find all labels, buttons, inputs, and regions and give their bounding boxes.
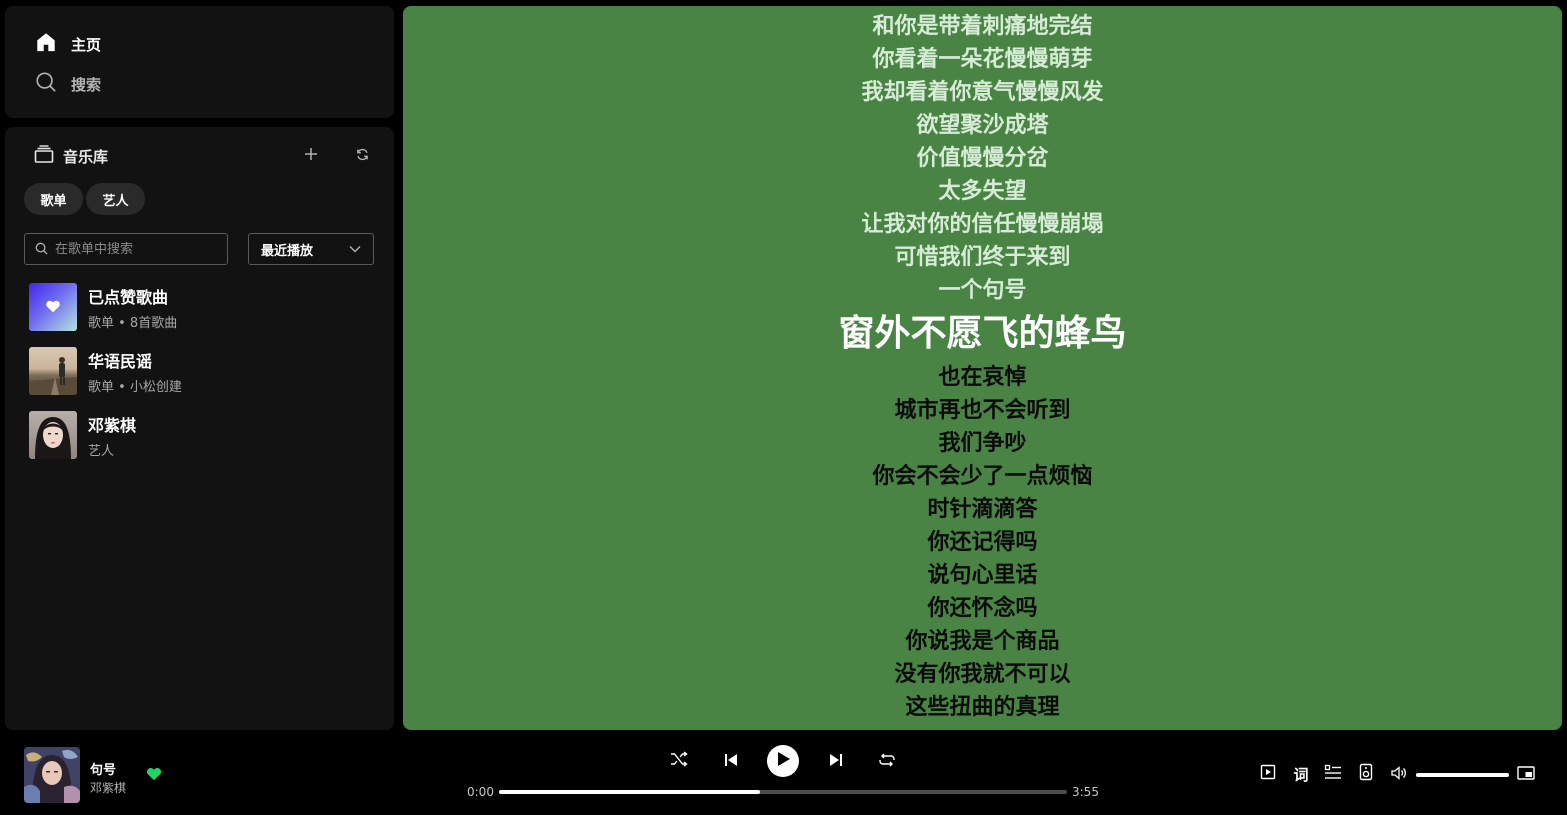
sort-label: 最近播放 (261, 243, 314, 259)
search-icon (35, 240, 48, 259)
lyric-line-current[interactable]: 窗外不愿飞的蜂鸟 (403, 307, 1562, 361)
chip-artists[interactable]: 艺人 (86, 183, 145, 215)
library-item-subtitle: 艺人 (88, 443, 115, 459)
library-item-subtitle: 歌单 • 8首歌曲 (88, 315, 178, 331)
lyric-line-upcoming[interactable]: 说句心里话 (403, 559, 1562, 592)
volume-fill (1416, 773, 1509, 777)
skip-next-icon (829, 752, 843, 771)
player-bar: 句号 邓紫棋 0:00 3:55 词 (0, 730, 1567, 815)
lyric-line-past[interactable]: 你看着一朵花慢慢萌芽 (403, 43, 1562, 76)
lyric-line-upcoming[interactable]: 你还怀念吗 (403, 592, 1562, 625)
now-playing-title[interactable]: 句号 (90, 759, 116, 778)
lyrics-list: 和你是带着刺痛地完结 你看着一朵花慢慢萌芽 我却看着你意气慢慢风发 欲望聚沙成塔 价值慢… (403, 10, 1562, 724)
add-playlist-button[interactable] (300, 144, 322, 166)
repeat-button[interactable] (876, 750, 898, 772)
library-search-input[interactable] (55, 241, 225, 257)
chevron-down-icon (349, 242, 361, 257)
library-item-title: 华语民谣 (88, 351, 153, 371)
lyric-line-upcoming[interactable]: 城市再也不会听到 (403, 394, 1562, 427)
connect-device-button[interactable] (1356, 763, 1376, 785)
now-playing-artist[interactable]: 邓紫棋 (90, 779, 126, 796)
mute-button[interactable] (1389, 764, 1409, 784)
library-title: 音乐库 (63, 147, 109, 166)
picture-in-picture-icon (1517, 765, 1535, 784)
lyrics-panel: 和你是带着刺痛地完结 你看着一朵花慢慢萌芽 我却看着你意气慢慢风发 欲望聚沙成塔 价值慢… (403, 6, 1562, 730)
lyric-line-upcoming[interactable]: 这些扭曲的真理 (403, 691, 1562, 724)
library-search[interactable] (24, 233, 228, 265)
refresh-button[interactable] (351, 144, 373, 166)
library-icon (34, 145, 54, 167)
chip-playlists[interactable]: 歌单 (24, 183, 83, 215)
repeat-icon (878, 752, 896, 771)
now-playing-cover[interactable] (24, 747, 80, 803)
lyric-line-upcoming[interactable]: 我们争吵 (403, 427, 1562, 460)
nav-home[interactable]: 主页 (35, 31, 101, 57)
time-total: 3:55 (1072, 785, 1099, 799)
lyric-line-past[interactable]: 让我对你的信任慢慢崩塌 (403, 208, 1562, 241)
lyrics-button[interactable]: 词 (1291, 764, 1311, 784)
lyric-line-past[interactable]: 我却看着你意气慢慢风发 (403, 76, 1562, 109)
lyric-line-upcoming[interactable]: 你会不会少了一点烦恼 (403, 460, 1562, 493)
like-button[interactable] (146, 766, 162, 785)
mini-player-button[interactable] (1516, 764, 1536, 784)
time-current: 0:00 (467, 785, 494, 799)
play-icon (776, 751, 790, 771)
queue-icon (1324, 764, 1342, 784)
artist-avatar (29, 411, 77, 459)
play-button[interactable] (767, 745, 799, 777)
lyric-line-upcoming[interactable]: 时针滴滴答 (403, 493, 1562, 526)
library-item-subtitle: 歌单 • 小松创建 (88, 379, 182, 395)
library-item-title: 已点赞歌曲 (88, 287, 169, 307)
next-button[interactable] (825, 750, 847, 772)
lyric-line-past[interactable]: 可惜我们终于来到 (403, 241, 1562, 274)
queue-button[interactable] (1323, 764, 1343, 784)
lyric-line-past[interactable]: 和你是带着刺痛地完结 (403, 10, 1562, 43)
lyric-line-past[interactable]: 价值慢慢分岔 (403, 142, 1562, 175)
skip-previous-icon (724, 752, 738, 771)
now-playing-view-icon (1260, 764, 1276, 784)
now-playing-view-button[interactable] (1258, 764, 1278, 784)
sort-dropdown[interactable]: 最近播放 (248, 233, 374, 265)
speaker-device-icon (1359, 763, 1373, 785)
lyric-line-upcoming[interactable]: 也在哀悼 (403, 361, 1562, 394)
heart-filled-icon (146, 766, 162, 785)
shuffle-icon (670, 751, 688, 771)
nav-home-label: 主页 (71, 35, 102, 54)
volume-slider[interactable] (1416, 773, 1509, 777)
progress-bar[interactable] (499, 790, 1067, 794)
library-panel: 音乐库 歌单 艺人 最近播放 已点赞歌曲 歌单 • 8首歌曲 (5, 127, 394, 730)
shuffle-button[interactable] (668, 750, 690, 772)
previous-button[interactable] (720, 750, 742, 772)
library-item-artist[interactable]: 邓紫棋 艺人 (29, 409, 369, 461)
volume-icon (1391, 765, 1407, 784)
refresh-icon (356, 146, 369, 165)
plus-icon (304, 146, 318, 165)
lyric-line-past[interactable]: 一个句号 (403, 274, 1562, 307)
home-icon (35, 31, 57, 57)
nav-search-label: 搜索 (71, 75, 102, 94)
progress-fill (499, 790, 761, 794)
lyric-line-past[interactable]: 欲望聚沙成塔 (403, 109, 1562, 142)
lyric-line-upcoming[interactable]: 你还记得吗 (403, 526, 1562, 559)
lyric-line-upcoming[interactable]: 没有你我就不可以 (403, 658, 1562, 691)
library-item-folk-playlist[interactable]: 华语民谣 歌单 • 小松创建 (29, 345, 369, 397)
search-icon (35, 71, 57, 97)
lyric-line-upcoming[interactable]: 你说我是个商品 (403, 625, 1562, 658)
lyric-line-past[interactable]: 太多失望 (403, 175, 1562, 208)
nav-search[interactable]: 搜索 (35, 71, 101, 97)
nav-panel: 主页 搜索 (5, 6, 394, 118)
heart-icon (45, 298, 61, 317)
folk-playlist-cover (29, 347, 77, 395)
library-item-title: 邓紫棋 (88, 415, 137, 435)
library-item-liked-songs[interactable]: 已点赞歌曲 歌单 • 8首歌曲 (29, 281, 369, 333)
liked-songs-cover (29, 283, 77, 331)
library-header[interactable]: 音乐库 (34, 145, 108, 167)
